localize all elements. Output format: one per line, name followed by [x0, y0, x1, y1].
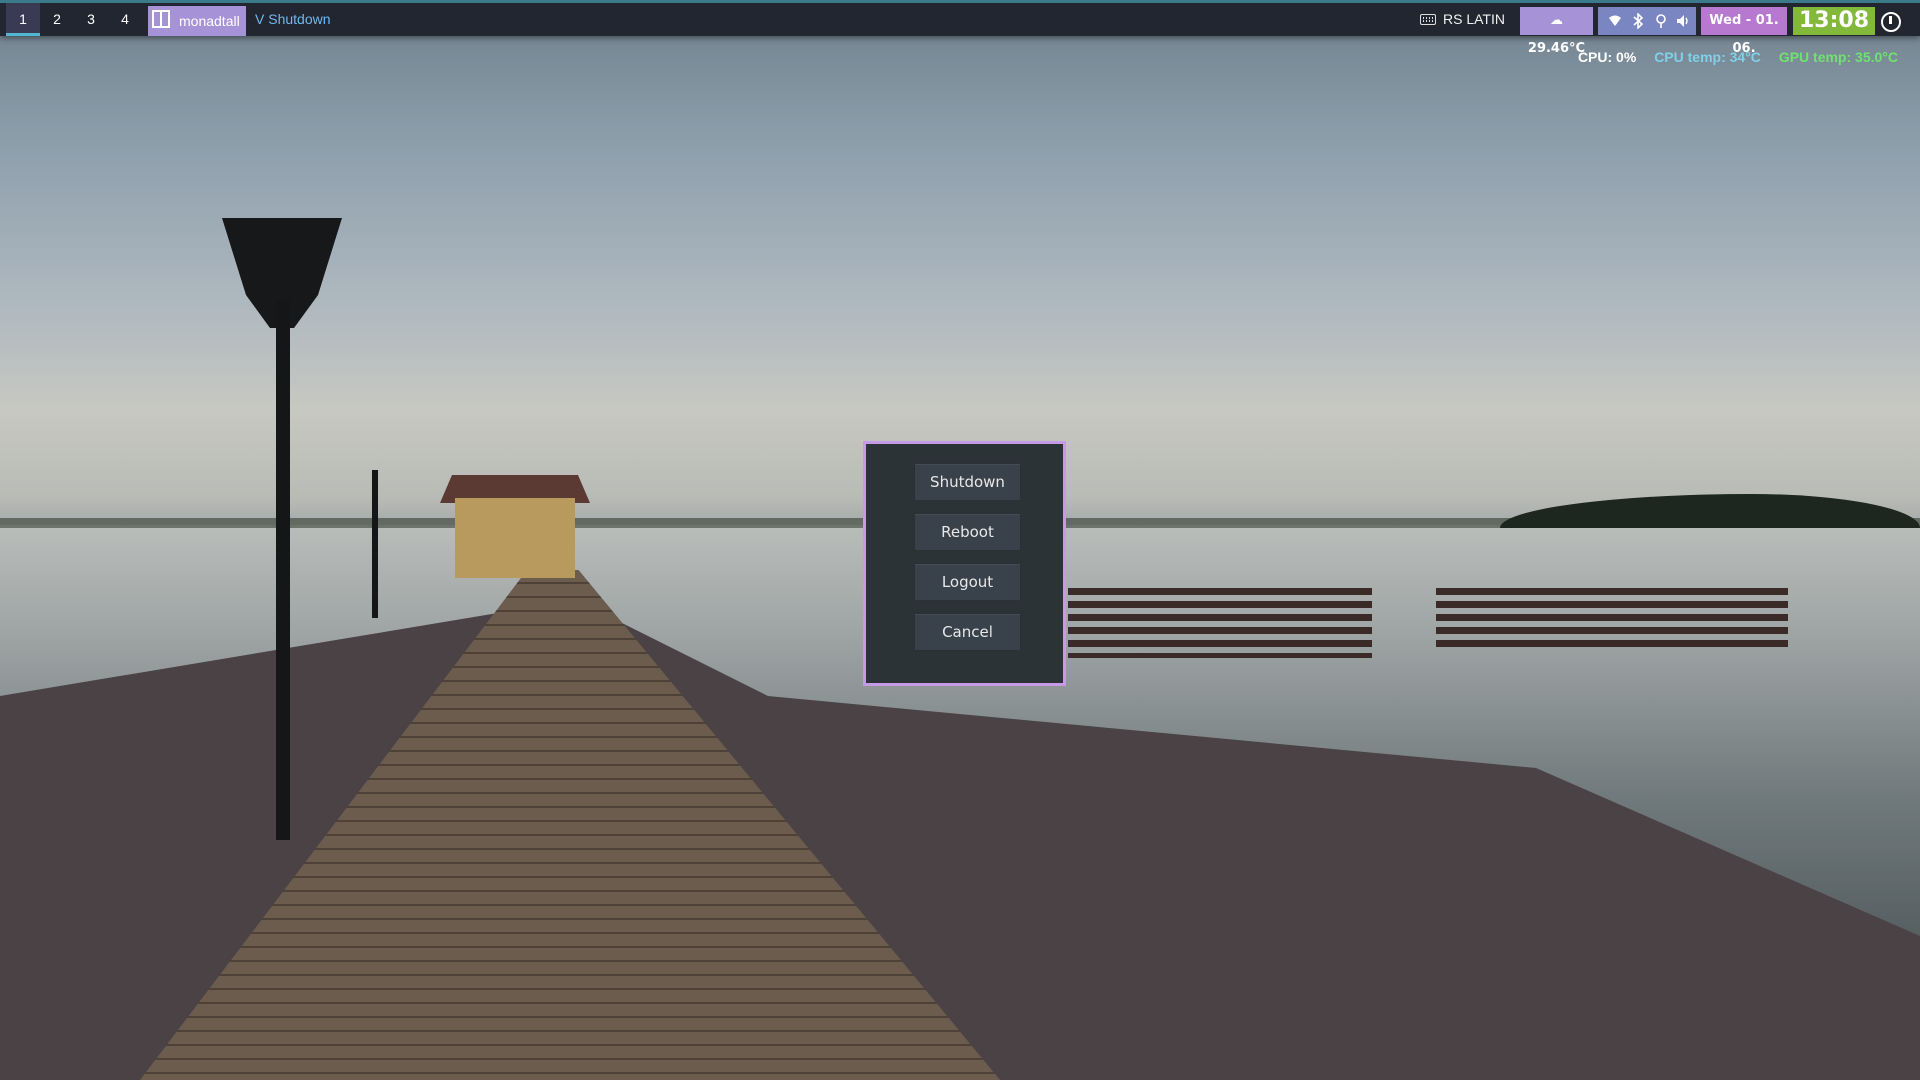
power-icon[interactable] — [1881, 12, 1901, 32]
cpu-usage: CPU: 0% — [1577, 49, 1637, 65]
system-stats: CPU: 0% CPU temp: 34°C GPU temp: 35.0°C — [1564, 49, 1898, 65]
wifi-icon[interactable] — [1607, 13, 1623, 29]
cancel-button[interactable]: Cancel — [914, 613, 1021, 651]
reboot-button[interactable]: Reboot — [914, 513, 1021, 551]
keyboard-icon — [1420, 14, 1436, 25]
wallpaper-boathouse — [455, 498, 575, 578]
workspace-2[interactable]: 2 — [40, 3, 74, 36]
status-icons — [1598, 7, 1696, 35]
clock-widget[interactable]: 13:08 — [1793, 7, 1875, 35]
wallpaper-lamp-post — [276, 300, 290, 840]
wallpaper-small-lamp-post — [372, 470, 378, 618]
window-title[interactable]: V Shutdown — [255, 3, 331, 36]
keyboard-layout-label: RS LATIN — [1443, 11, 1505, 27]
workspace-4[interactable]: 4 — [108, 3, 142, 36]
gpu-temperature: GPU temp: 35.0°C — [1778, 49, 1898, 65]
wallpaper-treeline — [1500, 494, 1920, 528]
wallpaper-jetty — [1068, 588, 1372, 658]
cpu-temperature: CPU temp: 34°C — [1654, 49, 1761, 65]
wallpaper-jetty — [1436, 588, 1788, 648]
logout-button[interactable]: Logout — [914, 563, 1021, 601]
keyboard-layout-widget[interactable]: RS LATIN — [1420, 3, 1505, 36]
date-widget[interactable]: Wed - 01. 06. — [1701, 7, 1787, 56]
workspace-1[interactable]: 1 — [6, 3, 40, 36]
layout-monadtall-icon — [152, 10, 170, 28]
shutdown-dialog: Shutdown Reboot Logout Cancel — [863, 441, 1066, 686]
workspace-3[interactable]: 3 — [74, 3, 108, 36]
top-bar: 1 2 3 4 monadtall V Shutdown RS LATIN ☁ … — [0, 0, 1920, 56]
bluetooth-icon[interactable] — [1630, 13, 1646, 29]
layout-label: monadtall — [179, 13, 240, 29]
layout-indicator[interactable]: monadtall — [148, 6, 246, 36]
volume-icon[interactable] — [1675, 13, 1691, 29]
weather-widget[interactable]: ☁ 29.46°C — [1520, 7, 1593, 56]
shutdown-button[interactable]: Shutdown — [914, 463, 1021, 501]
location-icon[interactable] — [1653, 13, 1669, 29]
